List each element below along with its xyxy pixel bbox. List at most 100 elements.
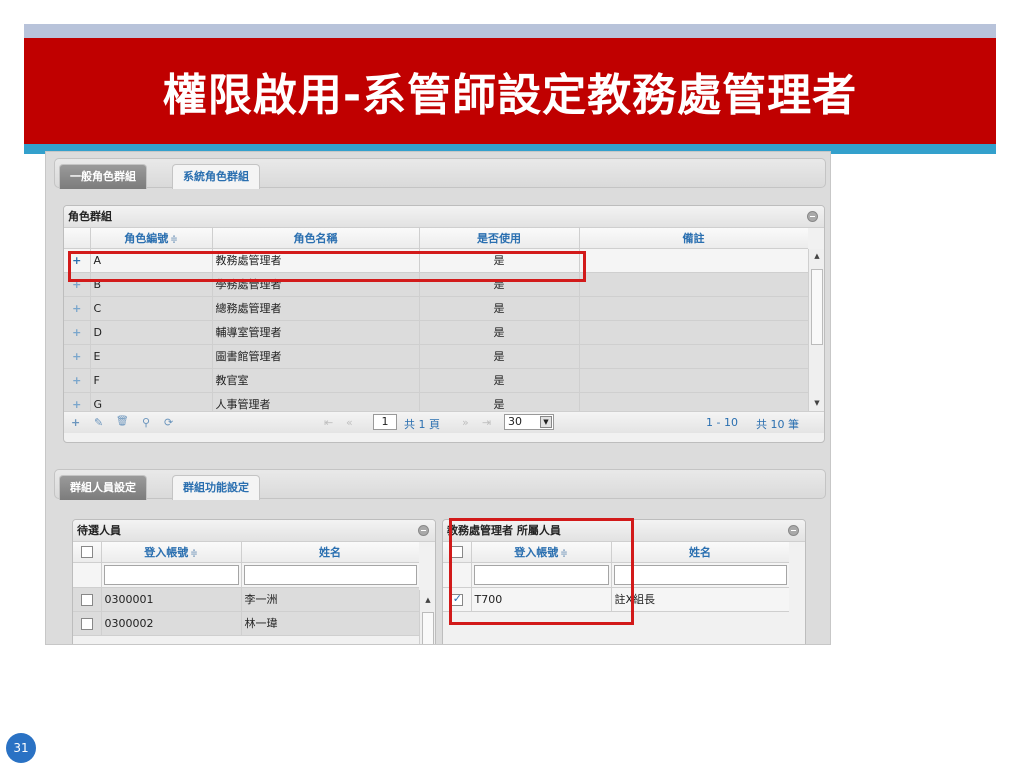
filter-name-input[interactable] xyxy=(613,564,787,585)
scroll-down-icon[interactable]: ▼ xyxy=(809,399,824,407)
filter-account-input[interactable] xyxy=(103,564,239,585)
tab-group-members[interactable]: 群組人員設定 xyxy=(59,475,147,500)
filter-name-input[interactable] xyxy=(243,564,417,585)
role-note xyxy=(579,368,808,393)
expand-plus-icon[interactable]: + xyxy=(64,296,91,321)
role-note xyxy=(579,320,808,345)
tab-general-role-group[interactable]: 一般角色群組 xyxy=(59,164,147,189)
col-note[interactable]: 備註 xyxy=(579,228,808,249)
prev-page-icon[interactable]: « xyxy=(346,416,353,429)
highlight-box-role-a xyxy=(68,251,586,282)
table-row[interactable]: + F 教官室 是 xyxy=(64,368,808,393)
role-code: C xyxy=(90,296,213,321)
filter-name-cell xyxy=(611,562,789,588)
last-page-icon[interactable]: ⇥ xyxy=(482,416,491,429)
role-enabled: 是 xyxy=(419,296,580,321)
candidates-table: 登入帳號 ≑ 姓名 0300001 李一洲 0300002 林一瑋 xyxy=(73,542,419,636)
collapse-icon[interactable] xyxy=(418,525,429,536)
role-name: 輔導室管理者 xyxy=(212,320,420,345)
delete-icon[interactable]: 🗑 xyxy=(116,416,129,427)
col-role-code[interactable]: 角色編號 ≑ xyxy=(90,228,213,249)
slide: 權限啟用-系管師設定教務處管理者 一般角色群組 系統角色群組 角色群組 角色編號… xyxy=(0,0,1024,768)
scroll-thumb[interactable] xyxy=(811,269,823,345)
role-enabled: 是 xyxy=(419,392,580,411)
table-row[interactable]: 0300002 林一瑋 xyxy=(73,611,419,636)
row-checkbox[interactable] xyxy=(80,617,93,630)
candidates-panel: 待選人員 登入帳號 ≑ 姓名 0300001 李一洲 0300002 林一瑋 ▲ xyxy=(72,519,436,644)
top-strip xyxy=(24,24,996,38)
expand-plus-icon[interactable]: + xyxy=(64,320,91,345)
edit-icon[interactable]: ✎ xyxy=(94,416,103,429)
role-enabled: 是 xyxy=(419,344,580,369)
group-setting-tabs: 群組人員設定 群組功能設定 xyxy=(54,469,826,500)
page-number-input[interactable]: 1 xyxy=(373,414,397,430)
record-range: 1 - 10 xyxy=(706,416,738,429)
account: 0300001 xyxy=(101,587,242,612)
col-account[interactable]: 登入帳號 ≑ xyxy=(101,542,242,563)
candidates-caption: 待選人員 xyxy=(73,520,435,542)
table-row[interactable]: 0300001 李一洲 xyxy=(73,587,419,612)
role-code: F xyxy=(90,368,213,393)
tab-system-role-group[interactable]: 系統角色群組 xyxy=(172,164,260,189)
table-row[interactable]: + C 總務處管理者 是 xyxy=(64,296,808,321)
app-screenshot: 一般角色群組 系統角色群組 角色群組 角色編號 ≑ 角色名稱 是否使用 備註 +… xyxy=(45,151,831,645)
dropdown-icon[interactable]: ▼ xyxy=(540,416,552,428)
col-enabled[interactable]: 是否使用 xyxy=(419,228,580,249)
tab-group-functions[interactable]: 群組功能設定 xyxy=(172,475,260,500)
collapse-icon[interactable] xyxy=(807,211,818,222)
table-row[interactable]: + G 人事管理者 是 xyxy=(64,392,808,411)
slide-number: 31 xyxy=(6,733,36,763)
candidates-scrollbar[interactable]: ▲ xyxy=(419,590,435,644)
role-grid-title: 角色群組 xyxy=(68,210,112,223)
select-all-checkbox[interactable] xyxy=(80,546,93,559)
candidates-header: 登入帳號 ≑ 姓名 xyxy=(73,542,419,563)
role-grid-caption: 角色群組 xyxy=(64,206,824,228)
page-total: 共 1 頁 xyxy=(404,418,440,431)
select-all-cell xyxy=(73,542,102,563)
row-checkbox[interactable] xyxy=(80,593,93,606)
role-note xyxy=(579,296,808,321)
col-role-name[interactable]: 角色名稱 xyxy=(212,228,420,249)
role-note xyxy=(579,248,808,273)
col-account-label: 登入帳號 xyxy=(144,545,189,559)
scroll-up-icon[interactable]: ▲ xyxy=(420,596,435,604)
candidates-body: 登入帳號 ≑ 姓名 0300001 李一洲 0300002 林一瑋 xyxy=(73,542,419,644)
col-name[interactable]: 姓名 xyxy=(611,542,789,563)
rows-per-page-select[interactable]: 30 ▼ xyxy=(504,414,554,430)
col-role-code-label: 角色編號 xyxy=(124,231,169,245)
filter-row xyxy=(73,562,419,588)
col-add xyxy=(64,228,91,249)
scroll-up-icon[interactable]: ▲ xyxy=(809,252,824,260)
row-check-cell xyxy=(73,611,102,636)
expand-plus-icon[interactable]: + xyxy=(64,344,91,369)
role-code: D xyxy=(90,320,213,345)
scroll-thumb[interactable] xyxy=(422,612,434,644)
role-grid-pager: + ✎ 🗑 ⚲ ⟳ ⇤ « 1 共 1 頁 » ⇥ 30 ▼ 1 - 10 共 … xyxy=(64,411,824,433)
role-enabled: 是 xyxy=(419,320,580,345)
account: 0300002 xyxy=(101,611,242,636)
first-page-icon[interactable]: ⇤ xyxy=(324,416,333,429)
filter-name-cell xyxy=(241,562,419,588)
role-grid-scrollbar[interactable]: ▲ ▼ xyxy=(808,249,824,411)
next-page-icon[interactable]: » xyxy=(462,416,469,429)
table-row[interactable]: + D 輔導室管理者 是 xyxy=(64,320,808,345)
person-name: 李一洲 xyxy=(241,587,419,612)
table-row[interactable]: + E 圖書館管理者 是 xyxy=(64,344,808,369)
highlight-box-members xyxy=(449,518,634,625)
role-note xyxy=(579,392,808,411)
col-name[interactable]: 姓名 xyxy=(241,542,419,563)
sort-icon: ≑ xyxy=(170,234,178,245)
expand-plus-icon[interactable]: + xyxy=(64,368,91,393)
role-code: G xyxy=(90,392,213,411)
expand-plus-icon[interactable]: + xyxy=(64,392,91,411)
role-code: E xyxy=(90,344,213,369)
collapse-icon[interactable] xyxy=(788,525,799,536)
role-name: 人事管理者 xyxy=(212,392,420,411)
rows-per-page-value: 30 xyxy=(508,415,522,428)
role-name: 圖書館管理者 xyxy=(212,344,420,369)
refresh-icon[interactable]: ⟳ xyxy=(164,416,173,429)
role-table-header: 角色編號 ≑ 角色名稱 是否使用 備註 xyxy=(64,228,808,249)
role-grid-panel: 角色群組 角色編號 ≑ 角色名稱 是否使用 備註 + A 教務處管理者 是 + … xyxy=(63,205,825,443)
add-icon[interactable]: + xyxy=(71,416,80,429)
search-icon[interactable]: ⚲ xyxy=(142,416,150,429)
